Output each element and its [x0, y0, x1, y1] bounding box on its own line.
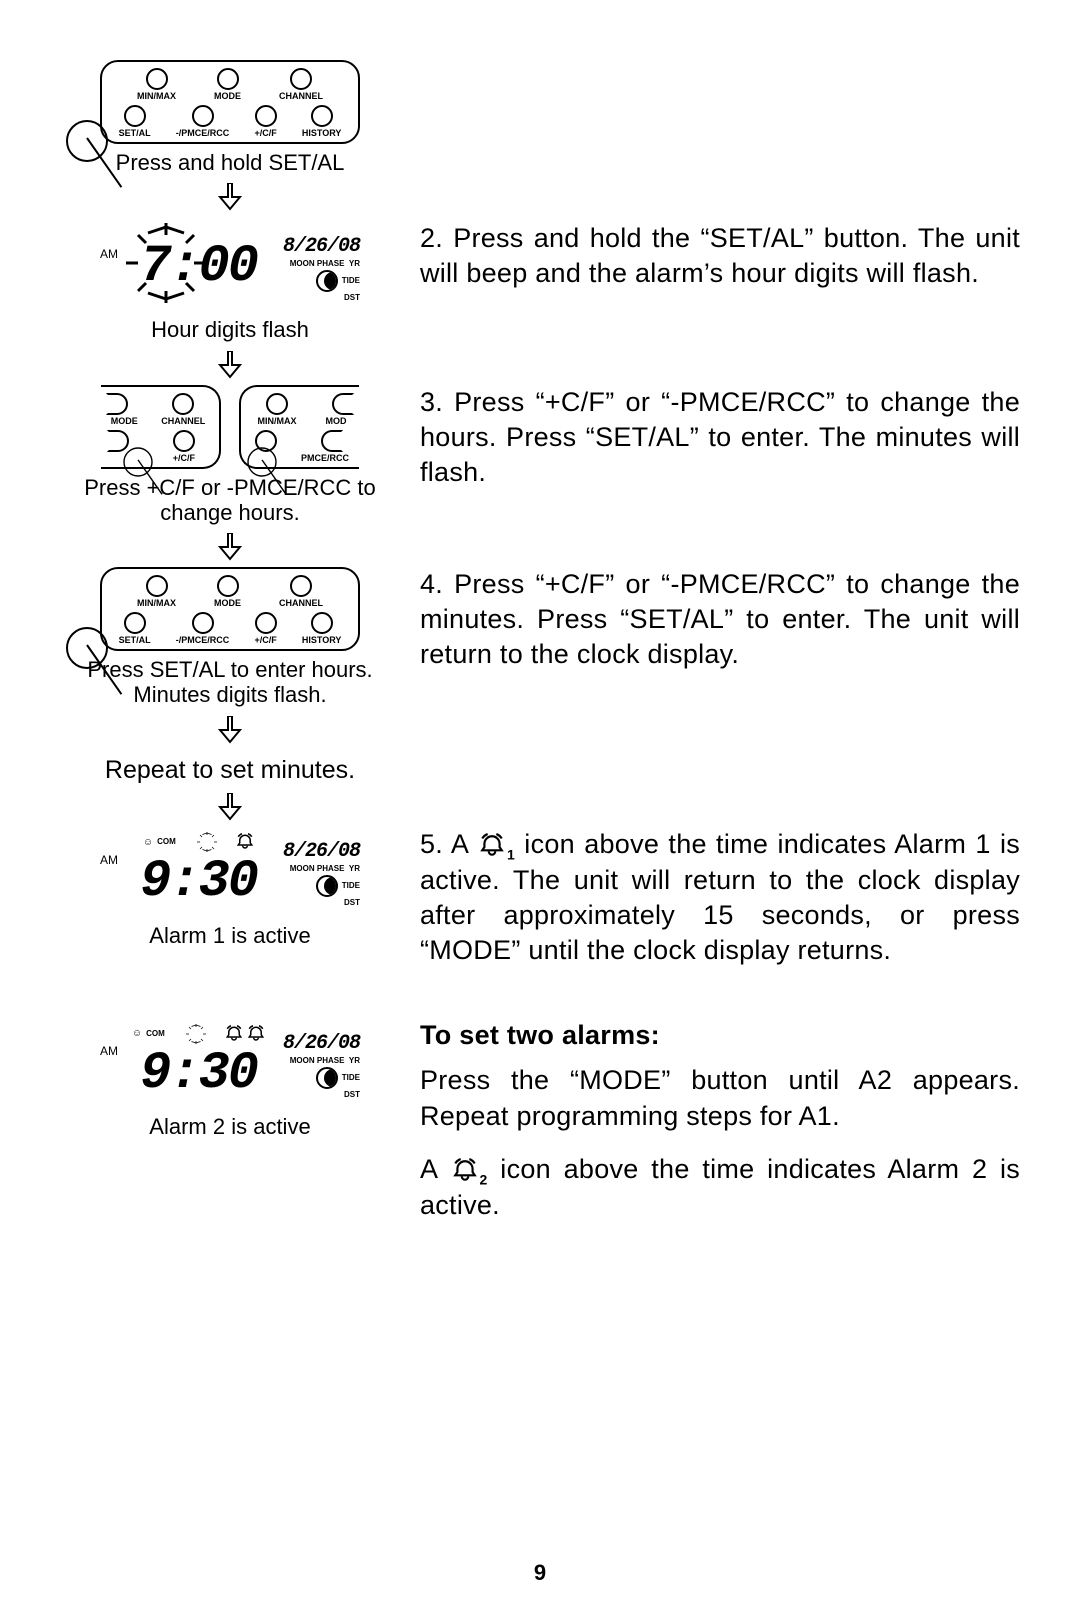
lcd-alarm1: AM ☺COM 9:30 8/26/08 MOON PHASE YR TIDE … — [94, 827, 366, 917]
step-3-text: 3. Press “+C/F” or “-PMCE/RCC” to change… — [420, 385, 1020, 490]
alarm-icon — [450, 1158, 480, 1184]
arrow-down-icon — [218, 183, 242, 211]
caption-enter-hours: Press SET/AL to enter hours.Minutes digi… — [87, 657, 372, 708]
caption-change-hours: Press +C/F or -PMCE/RCC tochange hours. — [84, 475, 376, 526]
btn-setal: SET/AL — [119, 105, 151, 138]
arrow-down-icon — [218, 533, 242, 561]
caption-hour-flash: Hour digits flash — [151, 317, 309, 342]
btn-channel: CHANNEL — [279, 68, 323, 101]
alarm-icon — [477, 833, 507, 859]
step-4-text: 4. Press “+C/F” or “-PMCE/RCC” to change… — [420, 567, 1020, 672]
caption-hold-setal: Press and hold SET/AL — [116, 150, 345, 175]
step-2-text: 2. Press and hold the “SET/AL” button. T… — [420, 221, 1020, 291]
arrow-down-icon — [218, 716, 242, 744]
two-alarms-icon-text: A 2 icon above the time indicates Alarm … — [420, 1152, 1020, 1224]
step-5-text: 5. A 1 icon above the time indicates Ala… — [420, 827, 1020, 969]
btn-pmcercc: -/PMCE/RCC — [176, 105, 230, 138]
btn-history: HISTORY — [302, 105, 342, 138]
caption-alarm1-active: Alarm 1 is active — [149, 923, 310, 948]
moon-phase-icon — [316, 270, 338, 292]
button-panel: MIN/MAX MODE CHANNEL SET/AL -/PMCE/RCC +… — [100, 567, 360, 651]
arrow-down-icon — [218, 793, 242, 821]
btn-minmax: MIN/MAX — [137, 68, 176, 101]
press-indicator-icon — [66, 627, 108, 669]
two-alarms-heading: To set two alarms: — [420, 1018, 1020, 1053]
button-panel-right-half: MIN/MAX MOD PMCE/RCC — [239, 385, 359, 469]
lcd-hour-flash: AM 7:00 8/26/08 MOON PHASE YR TIDE DST — [94, 221, 366, 311]
press-indicator-icon — [247, 447, 276, 476]
btn-cf: +/C/F — [254, 105, 276, 138]
button-panel-left-half: MODE CHANNEL +/C/F — [101, 385, 221, 469]
lcd-alarm2: AM ☺COM 9:30 8/26/08 MOON PHASE YR TIDE … — [94, 1018, 366, 1108]
page-number: 9 — [0, 1560, 1080, 1586]
two-alarms-body: Press the “MODE” button until A2 appears… — [420, 1063, 1020, 1133]
press-indicator-icon — [66, 120, 108, 162]
btn-mode: MODE — [214, 68, 241, 101]
press-indicator-icon — [123, 447, 152, 476]
moon-phase-icon — [316, 1067, 338, 1089]
caption-repeat: Repeat to set minutes. — [105, 756, 355, 785]
caption-alarm2-active: Alarm 2 is active — [149, 1114, 310, 1139]
moon-phase-icon — [316, 875, 338, 897]
button-panel: MIN/MAX MODE CHANNEL SET/AL -/PMCE/RCC +… — [100, 60, 360, 144]
arrow-down-icon — [218, 351, 242, 379]
